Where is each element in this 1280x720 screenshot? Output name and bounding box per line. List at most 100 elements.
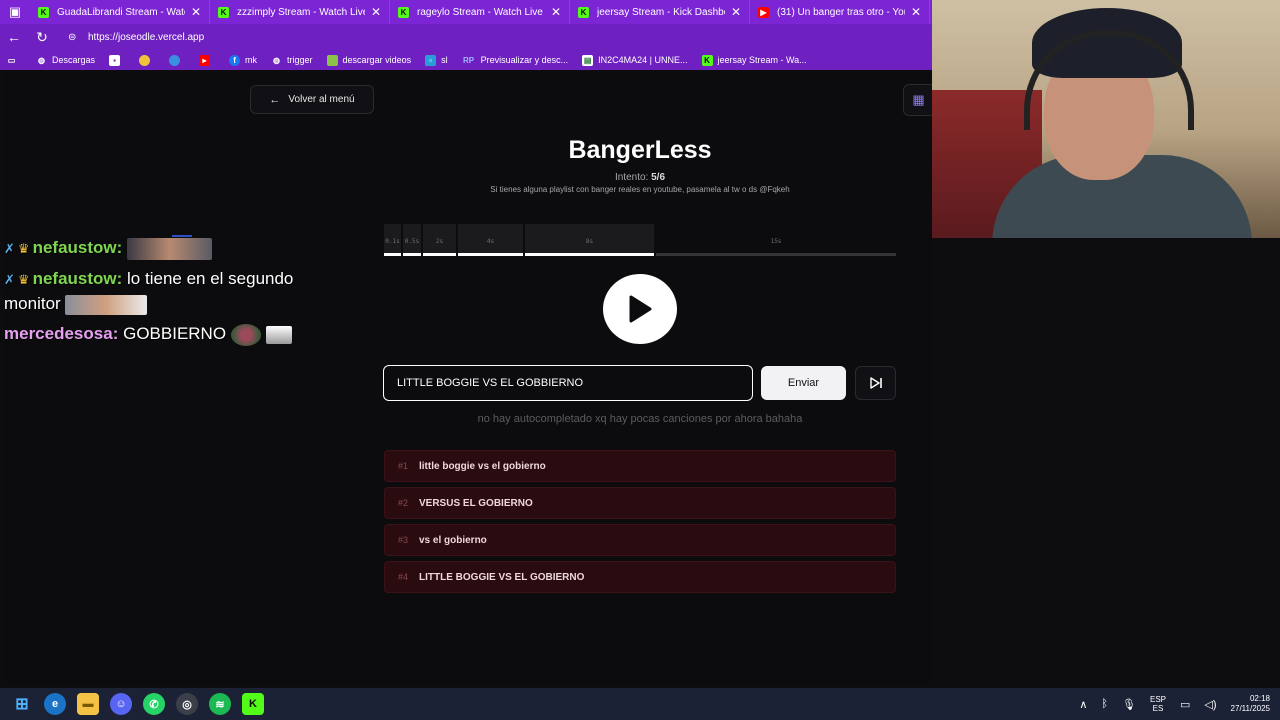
close-icon[interactable]: ✕: [371, 5, 381, 19]
tab-title: jeersay Stream - Kick Dashboard: [597, 6, 725, 18]
tab-3[interactable]: K rageylo Stream - Watch Live on K ✕: [390, 0, 570, 24]
bookmark-sl[interactable]: ▫ sl: [425, 54, 448, 66]
tab-1[interactable]: K GuadaLibrandi Stream - Watch Li ✕: [30, 0, 210, 24]
kick-icon: K: [218, 6, 229, 18]
chat-separator: :: [116, 238, 123, 257]
bookmark-mk[interactable]: f mk: [229, 54, 258, 66]
bookmark-label: jeersay Stream - Wa...: [717, 55, 807, 65]
attempt-label: Intento:: [614, 172, 649, 183]
edge-browser-icon[interactable]: e: [44, 693, 66, 715]
clock[interactable]: 02:18 27/11/2025: [1231, 694, 1270, 714]
bookmark-descargar-videos[interactable]: descargar videos: [326, 54, 411, 66]
skip-button[interactable]: [855, 366, 896, 400]
url-text: https://joseodle.vercel.app: [88, 31, 205, 43]
guess-text: VERSUS EL GOBIERNO: [419, 497, 533, 509]
reload-icon[interactable]: ↻: [28, 24, 56, 50]
chat-username: nefaustow: [32, 269, 117, 288]
tab-2[interactable]: K zzzimply Stream - Watch Live on ✕: [210, 0, 390, 24]
guess-row: #3 vs el gobierno: [384, 524, 896, 556]
globe-icon: ◍: [38, 55, 45, 65]
emoji-icon: [139, 54, 151, 66]
close-icon[interactable]: ✕: [191, 5, 201, 19]
chat-username: mercedesosa: [4, 324, 113, 343]
segment-label: 0.1s: [385, 238, 400, 245]
segment-label: 0.5s: [404, 238, 420, 245]
chat-separator: :: [112, 324, 119, 343]
bookmark-app[interactable]: [169, 54, 185, 66]
rp-icon: RP: [463, 55, 475, 65]
site-info-icon[interactable]: ⊜: [68, 32, 80, 43]
system-tray: ∧ ᛒ 🎙︎ ESP ES ▭ ◁) 02:18 27/11/2025: [1065, 688, 1270, 720]
segment-fill: [656, 253, 896, 256]
bookmark-descargas[interactable]: ◍ Descargas: [36, 55, 95, 66]
segment-label: 8s: [585, 238, 594, 245]
guess-number: #3: [398, 535, 409, 545]
close-icon[interactable]: ✕: [911, 5, 921, 19]
back-to-menu-button[interactable]: ← Volver al menú: [250, 85, 374, 114]
kick-icon: K: [701, 54, 713, 66]
play-button[interactable]: [603, 274, 677, 344]
bookmark-jeersay[interactable]: Kjeersay Stream - Wa...: [701, 54, 807, 66]
bluetooth-icon[interactable]: ᛒ: [1101, 698, 1108, 710]
tab-5[interactable]: ▶ (31) Un banger tras otro - YouTu ✕: [750, 0, 930, 24]
tab-title: (31) Un banger tras otro - YouTu: [777, 6, 905, 18]
language-indicator[interactable]: ESP ES: [1150, 695, 1166, 713]
kick-icon[interactable]: K: [242, 693, 264, 715]
bookmarks-icon: ▭: [7, 55, 16, 65]
tab-4[interactable]: K jeersay Stream - Kick Dashboard ✕: [570, 0, 750, 24]
guess-text: LITTLE BOGGIE VS EL GOBIERNO: [419, 571, 585, 583]
arrow-left-icon: ←: [269, 93, 281, 106]
webcam-overlay: [932, 0, 1280, 238]
segment-fill: [423, 253, 456, 256]
facebook-icon: f: [229, 54, 241, 66]
bookmark-in2c4ma24[interactable]: ▤ IN2C4MA24 | UNNE...: [582, 54, 688, 66]
chat-text: GOBBIERNO: [123, 324, 227, 343]
doc-icon: ▤: [582, 54, 594, 66]
download-icon: [326, 54, 338, 66]
bookmark-previsualizar[interactable]: RP Previsualizar y desc...: [462, 55, 568, 66]
segment-15s: 15s: [656, 224, 896, 256]
calendar-button[interactable]: ▦: [903, 84, 933, 116]
kick-icon: K: [578, 6, 589, 18]
spotify-icon[interactable]: ≋: [209, 693, 231, 715]
attempt-counter: Intento: 5/6: [440, 172, 840, 183]
volume-icon[interactable]: ◁): [1204, 698, 1216, 711]
guess-text: vs el gobierno: [419, 534, 487, 546]
language-code: ESP: [1150, 695, 1167, 704]
bookmark-youtube[interactable]: ▸: [199, 54, 215, 66]
close-icon[interactable]: ✕: [551, 5, 561, 19]
close-icon[interactable]: ✕: [731, 5, 741, 19]
url-field[interactable]: ⊜ https://joseodle.vercel.app: [62, 28, 922, 46]
folder-icon[interactable]: ▬: [77, 693, 99, 715]
bookmark-emoji[interactable]: [139, 54, 155, 66]
kick-icon: K: [38, 6, 49, 18]
guess-text: little boggie vs el gobierno: [419, 460, 546, 472]
network-icon[interactable]: ▭: [1180, 698, 1190, 711]
bookmark-label: mk: [245, 55, 258, 65]
back-arrow-icon[interactable]: ←: [0, 24, 28, 50]
app-icon: ▫: [425, 54, 437, 66]
bookmark-menu[interactable]: ▭: [6, 55, 22, 66]
globe-icon: ◍: [273, 55, 281, 65]
chat-icon: ▪: [109, 54, 121, 66]
obs-icon[interactable]: ◎: [176, 693, 198, 715]
segment-label: 4s: [486, 238, 495, 245]
app-icon: [169, 54, 181, 66]
discord-icon[interactable]: ☺: [110, 693, 132, 715]
windows-start-icon[interactable]: ⊞: [11, 693, 33, 715]
chat-message: ✗ ♛ nefaustow: lo tiene en el segundo moni…: [4, 267, 354, 316]
tab-title: rageylo Stream - Watch Live on K: [417, 6, 545, 18]
taskbar: ⊞ e ▬ ☺ ✆ ◎ ≋ K ∧ ᛒ 🎙︎ ESP ES ▭ ◁) 02:18 2…: [0, 688, 1280, 720]
guess-input[interactable]: [383, 365, 753, 401]
tab-title: zzzimply Stream - Watch Live on: [237, 6, 365, 18]
chevron-up-icon[interactable]: ∧: [1079, 698, 1087, 711]
tab-menu-icon[interactable]: ▣: [0, 0, 30, 24]
segment-fill: [384, 253, 401, 256]
segment-fill: [458, 253, 523, 256]
bookmark-chat[interactable]: ▪: [109, 54, 125, 66]
whatsapp-icon[interactable]: ✆: [143, 693, 165, 715]
send-button[interactable]: Enviar: [761, 366, 846, 400]
segment-label: 2s: [435, 238, 444, 245]
bookmark-trigger[interactable]: ◍ trigger: [271, 55, 313, 66]
microphone-icon[interactable]: 🎙︎: [1122, 698, 1136, 711]
